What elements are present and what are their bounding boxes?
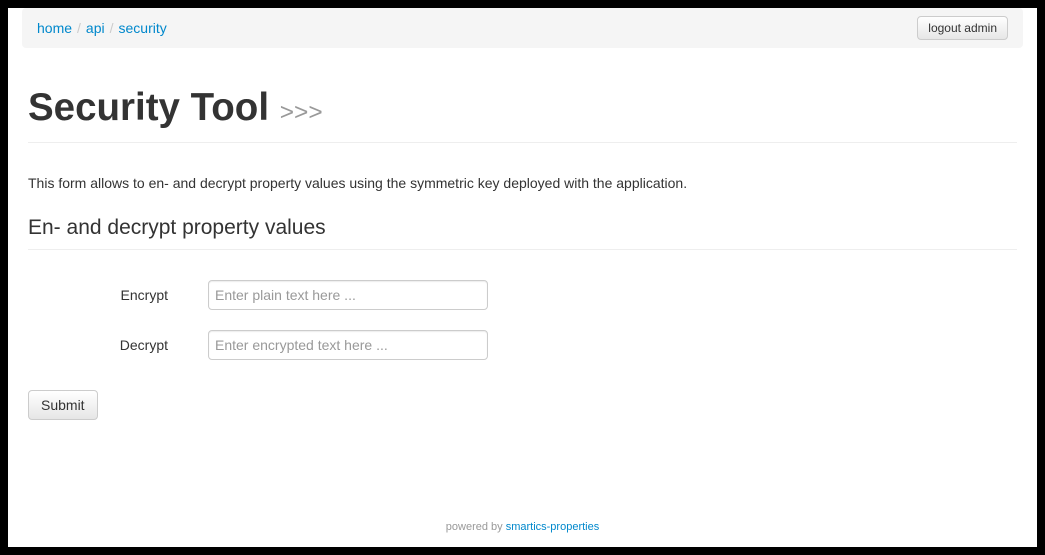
main-content: Security Tool >>> This form allows to en… xyxy=(28,48,1017,420)
topbar: home / api / security logout admin xyxy=(22,8,1023,48)
logout-button[interactable]: logout admin xyxy=(917,16,1008,40)
page-title-text: Security Tool xyxy=(28,86,269,129)
page-title: Security Tool >>> xyxy=(28,88,1017,143)
encrypt-input[interactable] xyxy=(208,280,488,310)
decrypt-group: Decrypt xyxy=(28,330,1017,360)
footer-link[interactable]: smartics-properties xyxy=(506,521,600,533)
footer-prefix: powered by xyxy=(446,521,506,533)
decrypt-label: Decrypt xyxy=(28,335,188,355)
submit-button[interactable]: Submit xyxy=(28,390,98,420)
footer: powered by smartics-properties xyxy=(8,517,1037,537)
breadcrumb: home / api / security xyxy=(37,18,167,38)
section-heading: En- and decrypt property values xyxy=(28,213,1017,250)
crypto-form: Encrypt Decrypt Submit xyxy=(28,280,1017,420)
breadcrumb-api[interactable]: api xyxy=(86,20,105,36)
breadcrumb-divider: / xyxy=(72,18,86,38)
encrypt-label: Encrypt xyxy=(28,285,188,305)
breadcrumb-security[interactable]: security xyxy=(119,20,167,36)
decrypt-input[interactable] xyxy=(208,330,488,360)
breadcrumb-home[interactable]: home xyxy=(37,20,72,36)
encrypt-group: Encrypt xyxy=(28,280,1017,310)
breadcrumb-divider: / xyxy=(105,18,119,38)
page-description: This form allows to en- and decrypt prop… xyxy=(28,173,1017,193)
page-title-suffix: >>> xyxy=(280,99,323,126)
